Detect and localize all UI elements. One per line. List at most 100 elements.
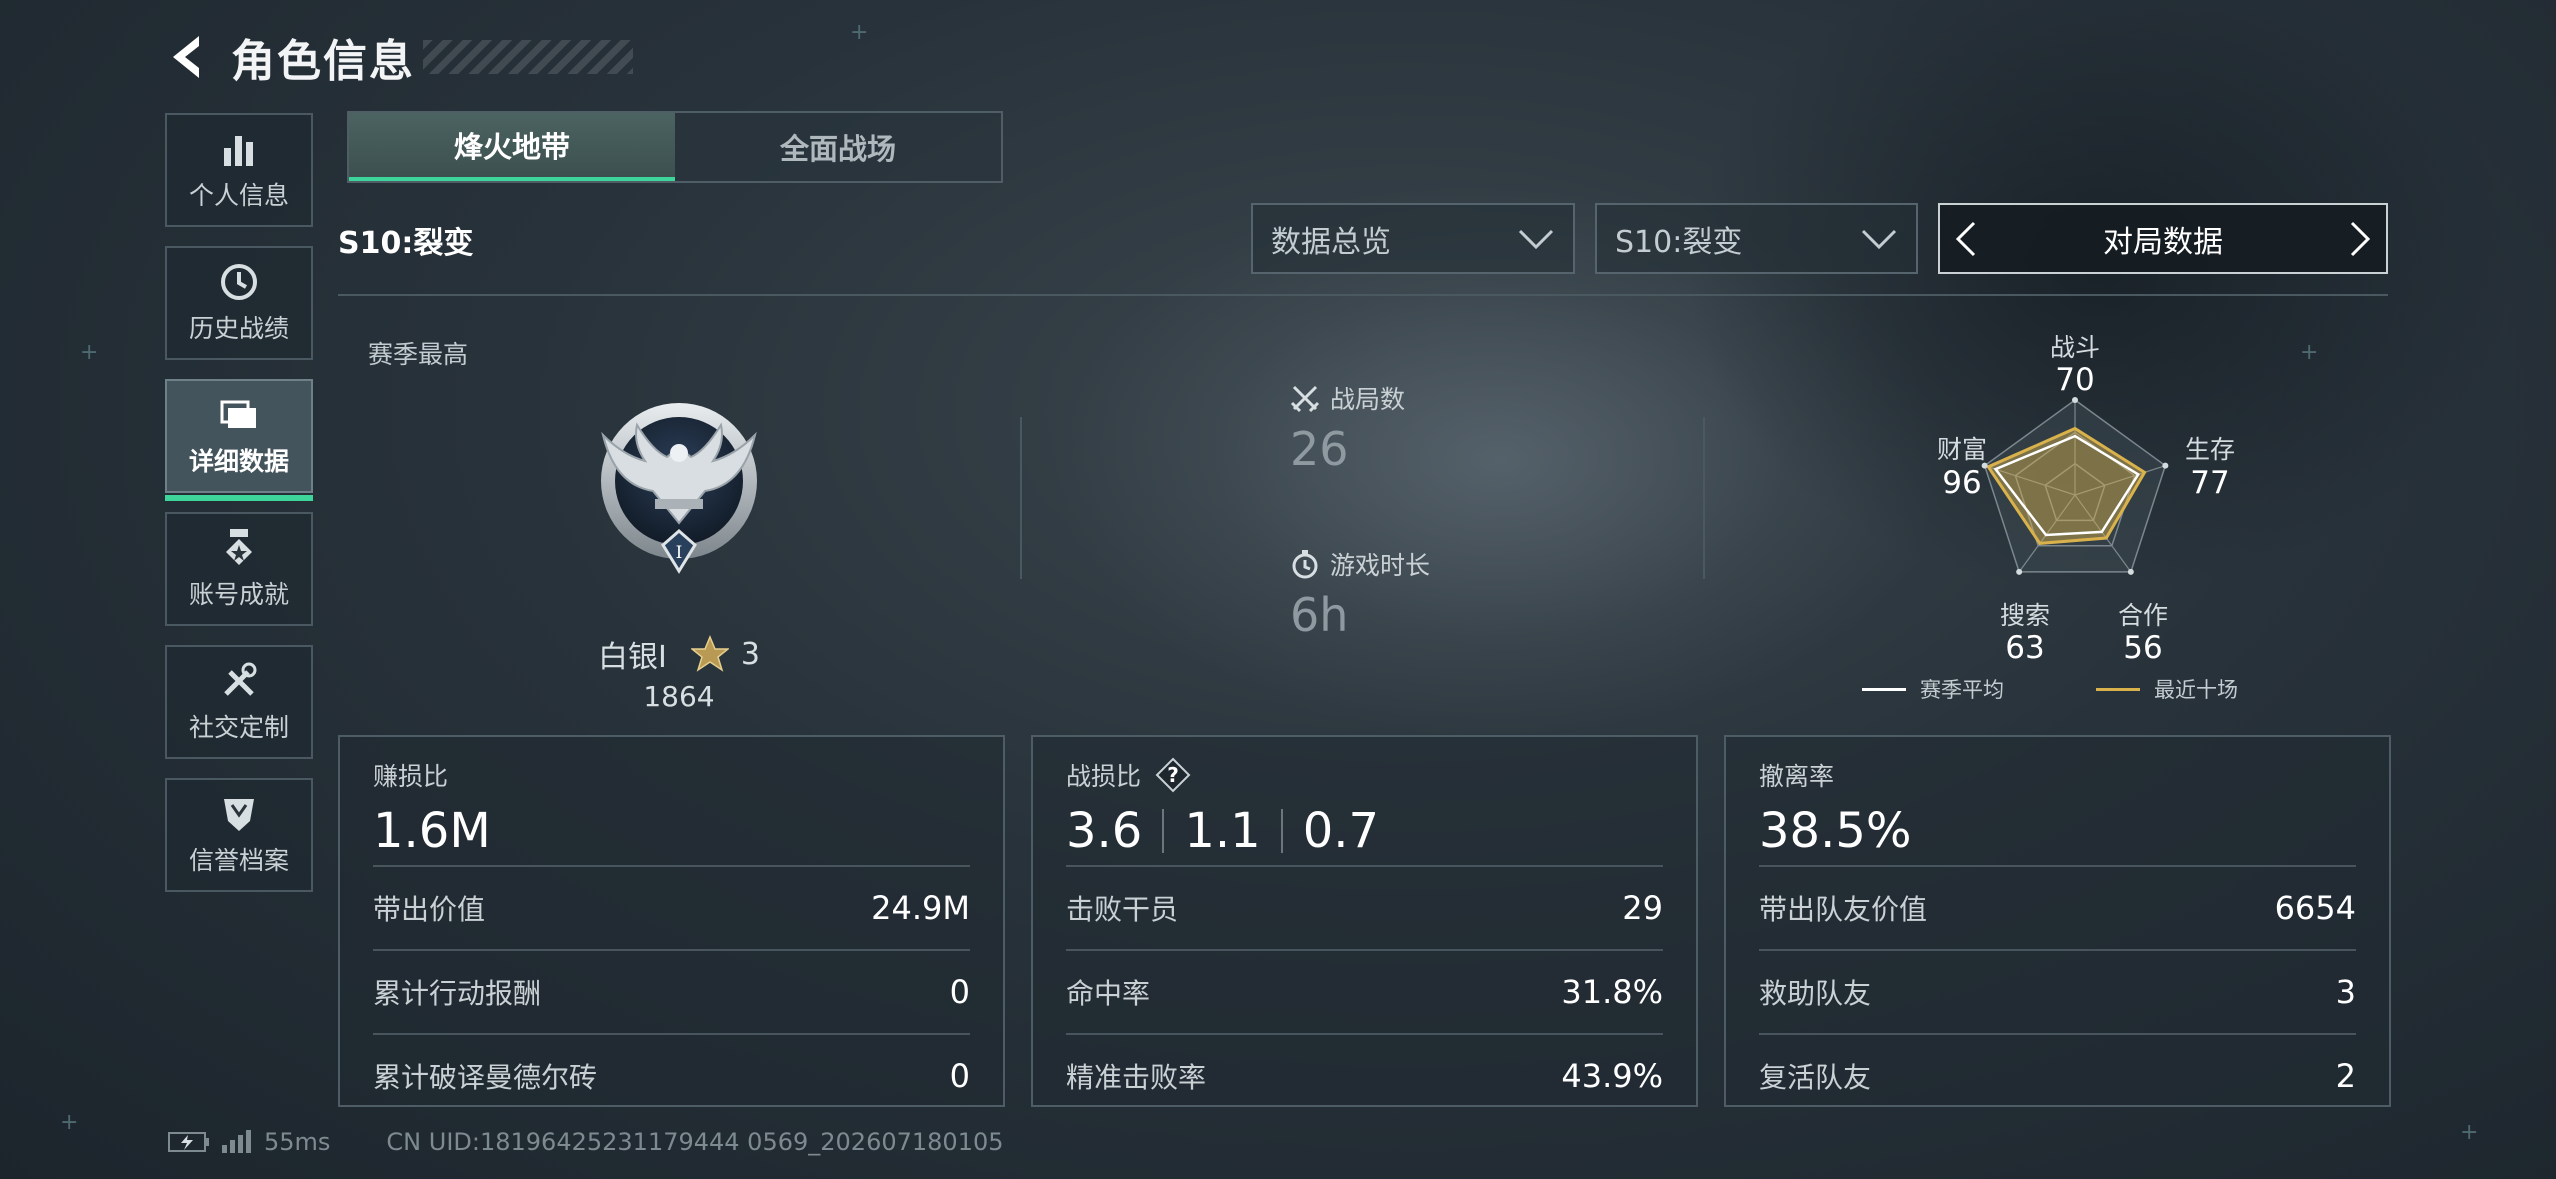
season-label: S10:裂变 [338,226,474,261]
card-title: 赚损比 [373,762,449,791]
help-icon[interactable]: ? [1155,757,1191,793]
radar-chart: 战斗 70 生存 77 合作 56 搜索 63 财富 96 [1860,320,2290,700]
row-label: 带出队友价值 [1759,893,1928,926]
chevron-down-icon [1861,229,1897,249]
status-bar: 55ms CN UID:18196425231179444 0569_20260… [168,1128,1004,1156]
legend-label: 最近十场 [2154,678,2238,702]
row-label: 救助队友 [1759,977,1872,1010]
back-arrow-icon[interactable] [165,30,209,84]
tools-icon [224,662,257,696]
tab-full-battlefield[interactable]: 全面战场 [675,113,1001,181]
background-crosshair: + [80,340,99,365]
card-row: 带出队友价值 6654 [1759,865,2356,949]
legend-recent-ten: 最近十场 [2096,674,2238,704]
rank-line: 白银I 3 [598,632,760,676]
row-value: 0 [949,1057,970,1095]
nav-item-achievements[interactable]: 账号成就 [165,512,313,626]
row-value: 0 [949,973,970,1011]
nav-item-label: 账号成就 [188,580,289,609]
background-crosshair: + [850,20,869,45]
rank-badge-icon: I [601,403,757,574]
card-row: 精准击败率 43.9% [1066,1033,1663,1117]
nav-item-label: 信誉档案 [188,846,289,875]
medal-icon [226,529,252,565]
kd-value-3: 0.7 [1302,803,1380,859]
season-dropdown-value: S10:裂变 [1615,224,1743,260]
card-row: 击败干员 29 [1066,865,1663,949]
season-dropdown[interactable]: S10:裂变 [1595,203,1918,274]
legend-season-average: 赛季平均 [1862,674,2004,704]
radar-vertex-dot [2016,568,2023,575]
tab-firezone[interactable]: 烽火地带 [349,113,675,181]
rank-stars: 3 [740,636,760,672]
overview-dropdown[interactable]: 数据总览 [1251,203,1575,274]
nav-item-detailed-data[interactable]: 详细数据 [165,379,313,501]
row-label: 精准击败率 [1066,1061,1207,1094]
card-row: 累计破译曼德尔砖 0 [373,1033,970,1117]
vertical-divider [1020,417,1022,579]
legend-swatch-white [1862,687,1906,691]
playtime-stat: 游戏时长 6h [1290,546,1430,642]
row-value: 3 [2335,973,2356,1011]
legend-label: 赛季平均 [1920,678,2004,702]
nav-item-label: 详细数据 [188,447,289,476]
matches-stat: 战局数 26 [1290,380,1405,476]
row-value: 6654 [2274,889,2356,927]
row-value: 43.9% [1561,1057,1663,1095]
nav-item-personal-info[interactable]: 个人信息 [165,113,313,227]
card-title: 战损比 [1066,762,1142,791]
row-label: 累计破译曼德尔砖 [373,1061,598,1094]
nav-item-label: 历史战绩 [188,314,289,343]
crossed-swords-icon [1290,385,1320,413]
radar-vertex-dot [2162,462,2169,469]
vertical-divider [1703,417,1705,579]
profit-card: 赚损比 1.6M 带出价值 24.9M 累计行动报酬 0 累计破译曼德尔砖 0 [338,735,1005,1107]
pager-label: 对局数据 [2103,224,2223,260]
row-value: 24.9M [871,889,970,927]
chevron-left-icon[interactable] [1952,219,1980,259]
card-row: 救助队友 3 [1759,949,2356,1033]
badge-numeral: I [676,543,683,563]
radar-label-coop: 合作 [2117,601,2168,630]
playtime-label: 游戏时长 [1330,551,1431,580]
nav-item-match-history[interactable]: 历史战绩 [165,246,313,360]
sidebar-nav: 个人信息 历史战绩 详细数据 账号成就 社交定制 信誉档案 [165,113,315,911]
card-title: 撤离率 [1759,762,1835,791]
card-main-value: 1.6M [373,803,491,859]
radar-value-search: 63 [2005,630,2045,666]
radar-value-wealth: 96 [1942,465,1982,501]
chevron-down-icon [1518,229,1554,249]
ping-value: 55ms [264,1128,331,1156]
rank-name: 白银I [598,640,667,675]
mode-tabs: 烽火地带 全面战场 [347,111,1003,183]
radar-value-combat: 70 [2055,362,2095,398]
card-row: 带出价值 24.9M [373,865,970,949]
radar-label-wealth: 财富 [1936,435,1987,464]
radar-vertex-dot [2127,568,2134,575]
overview-dropdown-value: 数据总览 [1271,224,1391,260]
uid-text: CN UID:18196425231179444 0569_2026071801… [386,1128,1004,1156]
row-value: 29 [1622,889,1663,927]
value-separator [1162,809,1165,853]
matches-label: 战局数 [1330,385,1406,414]
chevron-right-icon[interactable] [2346,219,2374,259]
nav-item-label: 个人信息 [188,181,289,210]
page-header: 角色信息 [165,22,633,92]
rank-score: 1864 [643,680,715,713]
nav-item-social-custom[interactable]: 社交定制 [165,645,313,759]
radar-label-survival: 生存 [2184,435,2235,464]
row-value: 31.8% [1561,973,1663,1011]
card-row: 命中率 31.8% [1066,949,1663,1033]
background-crosshair: + [2460,1120,2479,1145]
nav-item-reputation[interactable]: 信誉档案 [165,778,313,892]
battery-icon [168,1132,209,1152]
radar-label-combat: 战斗 [2049,333,2100,362]
row-label: 复活队友 [1759,1061,1872,1094]
kd-value-1: 3.6 [1066,803,1143,859]
card-row: 复活队友 2 [1759,1033,2356,1117]
background-crosshair: + [60,1110,79,1135]
star-icon [690,635,729,672]
background-crosshair: + [2300,340,2319,365]
matches-value: 26 [1290,422,1349,476]
extraction-card: 撤离率 38.5% 带出队友价值 6654 救助队友 3 复活队友 2 [1724,735,2391,1107]
